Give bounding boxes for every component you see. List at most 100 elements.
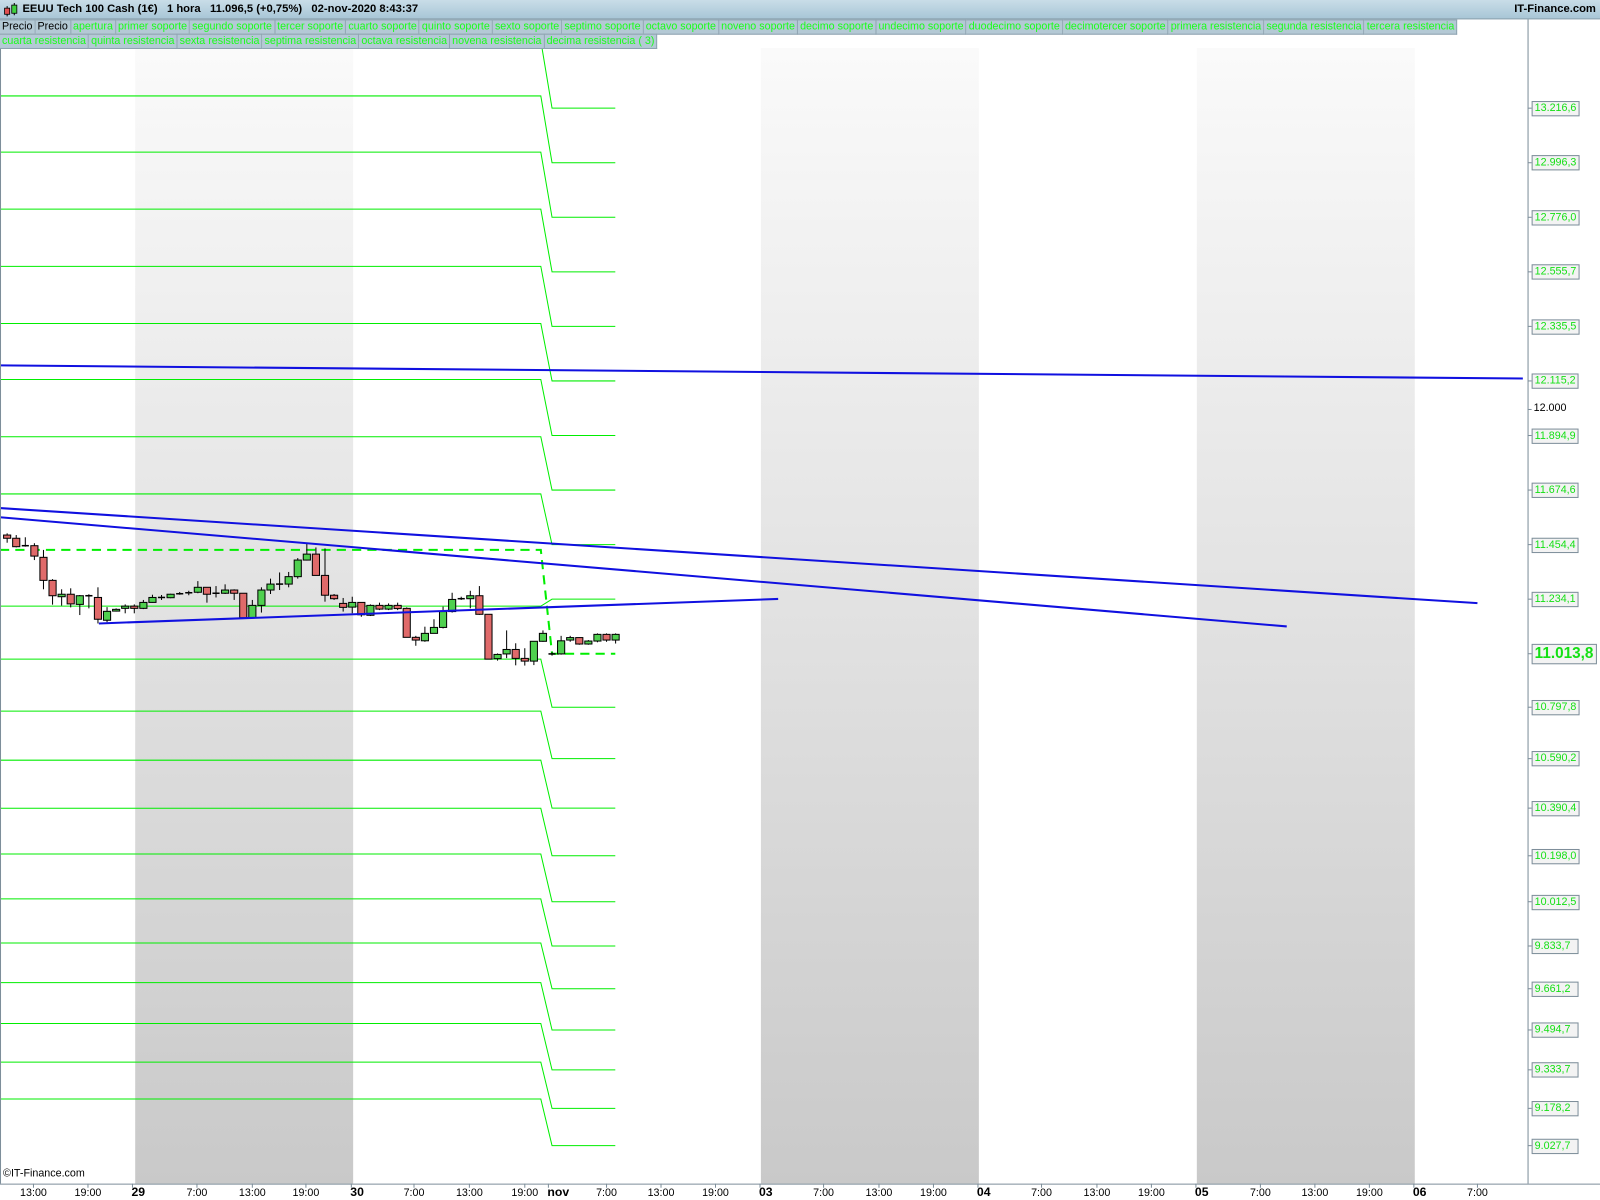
candle-body bbox=[193, 586, 202, 593]
session-shade bbox=[760, 47, 979, 1184]
legend-item-quinta-resistencia[interactable]: quinta resistencia bbox=[89, 33, 178, 49]
legend-item-undecimo-soporte[interactable]: undecimo soporte bbox=[876, 19, 967, 35]
legend-item-septima-resistencia[interactable]: septima resistencia bbox=[262, 33, 360, 49]
candle[interactable] bbox=[293, 558, 302, 579]
time-label: 19:00 bbox=[702, 1186, 729, 1199]
candle[interactable] bbox=[602, 633, 611, 642]
legend-item-noveno-soporte[interactable]: noveno soporte bbox=[719, 19, 799, 35]
candle-body bbox=[493, 653, 502, 660]
title-bar: EEUU Tech 100 Cash (1€) 1 hora 11.096,5 … bbox=[0, 0, 1600, 20]
legend-row-2: cuarta resistencia quinta resistencia sext… bbox=[0, 33, 658, 49]
legend-item-cuarto-soporte[interactable]: cuarto soporte bbox=[346, 19, 420, 35]
legend-item-precio[interactable]: Precio bbox=[35, 19, 71, 35]
brand-label: IT-Finance.com bbox=[1514, 3, 1596, 16]
candle[interactable] bbox=[457, 596, 465, 600]
price-label: 12.115,2 bbox=[1531, 373, 1579, 390]
candle[interactable] bbox=[375, 602, 384, 611]
legend-item-segunda-resistencia[interactable]: segunda resistencia bbox=[1264, 19, 1365, 35]
candle[interactable] bbox=[411, 635, 420, 646]
candle-body bbox=[311, 553, 320, 576]
legend-item-septimo-soporte[interactable]: septimo soporte bbox=[562, 19, 644, 35]
candle-body bbox=[584, 640, 593, 645]
candle[interactable] bbox=[420, 626, 429, 642]
candle[interactable] bbox=[329, 593, 339, 600]
candle-body bbox=[166, 593, 175, 599]
candle[interactable] bbox=[3, 533, 12, 543]
candle[interactable] bbox=[21, 537, 29, 547]
candle-body bbox=[438, 611, 448, 628]
time-label: 13:00 bbox=[1083, 1186, 1111, 1199]
time-label-day: 30 bbox=[350, 1184, 364, 1199]
legend-item-decimo-soporte[interactable]: decimo soporte bbox=[798, 19, 877, 35]
price-label: 12.555,7 bbox=[1531, 264, 1580, 281]
legend-item-tercer-soporte[interactable]: tercer soporte bbox=[275, 19, 347, 35]
price-label: 12.000 bbox=[1533, 402, 1567, 415]
candle[interactable] bbox=[121, 604, 130, 614]
candle-body bbox=[602, 633, 611, 641]
candle[interactable] bbox=[393, 602, 402, 611]
legend-item-cuarta-resistencia[interactable]: cuarta resistencia bbox=[0, 33, 90, 49]
time-label: 7:00 bbox=[1467, 1186, 1488, 1199]
candle[interactable] bbox=[538, 630, 548, 642]
candle-body bbox=[393, 604, 402, 610]
candle-body bbox=[593, 633, 602, 642]
candle[interactable] bbox=[557, 635, 566, 655]
candle[interactable] bbox=[529, 640, 538, 666]
time-label: 19:00 bbox=[920, 1186, 947, 1199]
legend-item-segundo-soporte[interactable]: segundo soporte bbox=[190, 19, 276, 35]
legend-item-primer-soporte[interactable]: primer soporte bbox=[115, 19, 191, 35]
candle[interactable] bbox=[502, 630, 511, 659]
legend-item-precio[interactable]: Precio bbox=[0, 19, 36, 35]
legend-item-primera-resistencia[interactable]: primera resistencia bbox=[1168, 19, 1265, 35]
copyright-text: ©IT-Finance.com bbox=[3, 1167, 85, 1180]
candle-body bbox=[329, 594, 339, 600]
price-chart[interactable] bbox=[0, 0, 1600, 1200]
candle[interactable] bbox=[239, 592, 248, 619]
legend-item-apertura[interactable]: apertura bbox=[70, 19, 116, 35]
candle[interactable] bbox=[30, 543, 39, 561]
legend-item-tercera-resistencia[interactable]: tercera resistencia bbox=[1364, 19, 1458, 35]
candle[interactable] bbox=[12, 535, 21, 548]
time-label: 7:00 bbox=[403, 1186, 425, 1199]
candle-body bbox=[302, 553, 311, 561]
chart-title: EEUU Tech 100 Cash (1€) 1 hora 11.096,5 … bbox=[22, 3, 419, 16]
legend-item-decima-resistencia-3[interactable]: decima resistencia ( 3) bbox=[544, 33, 658, 49]
candle-body bbox=[239, 592, 248, 619]
legend-item-octavo-soporte[interactable]: octavo soporte bbox=[643, 19, 720, 35]
legend-item-sexta-resistencia[interactable]: sexta resistencia bbox=[177, 33, 263, 49]
candle[interactable] bbox=[566, 635, 575, 642]
candle[interactable] bbox=[511, 643, 520, 666]
candle[interactable] bbox=[384, 603, 393, 611]
candle[interactable] bbox=[166, 593, 175, 599]
candle[interactable] bbox=[575, 637, 584, 645]
legend-item-duodecimo-soporte[interactable]: duodecimo soporte bbox=[966, 19, 1063, 35]
candle[interactable] bbox=[112, 608, 121, 612]
candle-body bbox=[484, 613, 493, 660]
candle[interactable] bbox=[93, 587, 103, 624]
candle[interactable] bbox=[584, 640, 593, 645]
candle[interactable] bbox=[438, 606, 448, 629]
candle[interactable] bbox=[39, 549, 48, 590]
time-label: 19:00 bbox=[511, 1186, 539, 1199]
candle[interactable] bbox=[75, 594, 84, 616]
candle[interactable] bbox=[102, 607, 112, 623]
candle[interactable] bbox=[484, 613, 493, 660]
price-label: 10.198,0 bbox=[1531, 848, 1580, 864]
candle[interactable] bbox=[429, 619, 439, 634]
candle[interactable] bbox=[520, 648, 529, 666]
legend-item-sexto-soporte[interactable]: sexto soporte bbox=[492, 19, 563, 35]
candle[interactable] bbox=[448, 592, 457, 613]
candle-body bbox=[93, 596, 103, 620]
candle-body bbox=[284, 576, 293, 585]
legend-item-octava-resistencia[interactable]: octava resistencia bbox=[359, 33, 451, 49]
candle-body bbox=[375, 604, 384, 610]
candle[interactable] bbox=[66, 588, 75, 608]
candle[interactable] bbox=[593, 633, 602, 643]
candle-body bbox=[293, 559, 302, 578]
legend-item-quinto-soporte[interactable]: quinto soporte bbox=[419, 19, 493, 35]
legend-item-novena-resistencia[interactable]: novena resistencia bbox=[450, 33, 545, 49]
candle[interactable] bbox=[57, 589, 66, 606]
candle[interactable] bbox=[48, 579, 57, 605]
candle[interactable] bbox=[611, 633, 620, 644]
legend-item-decimotercer-soporte[interactable]: decimotercer soporte bbox=[1062, 19, 1169, 35]
